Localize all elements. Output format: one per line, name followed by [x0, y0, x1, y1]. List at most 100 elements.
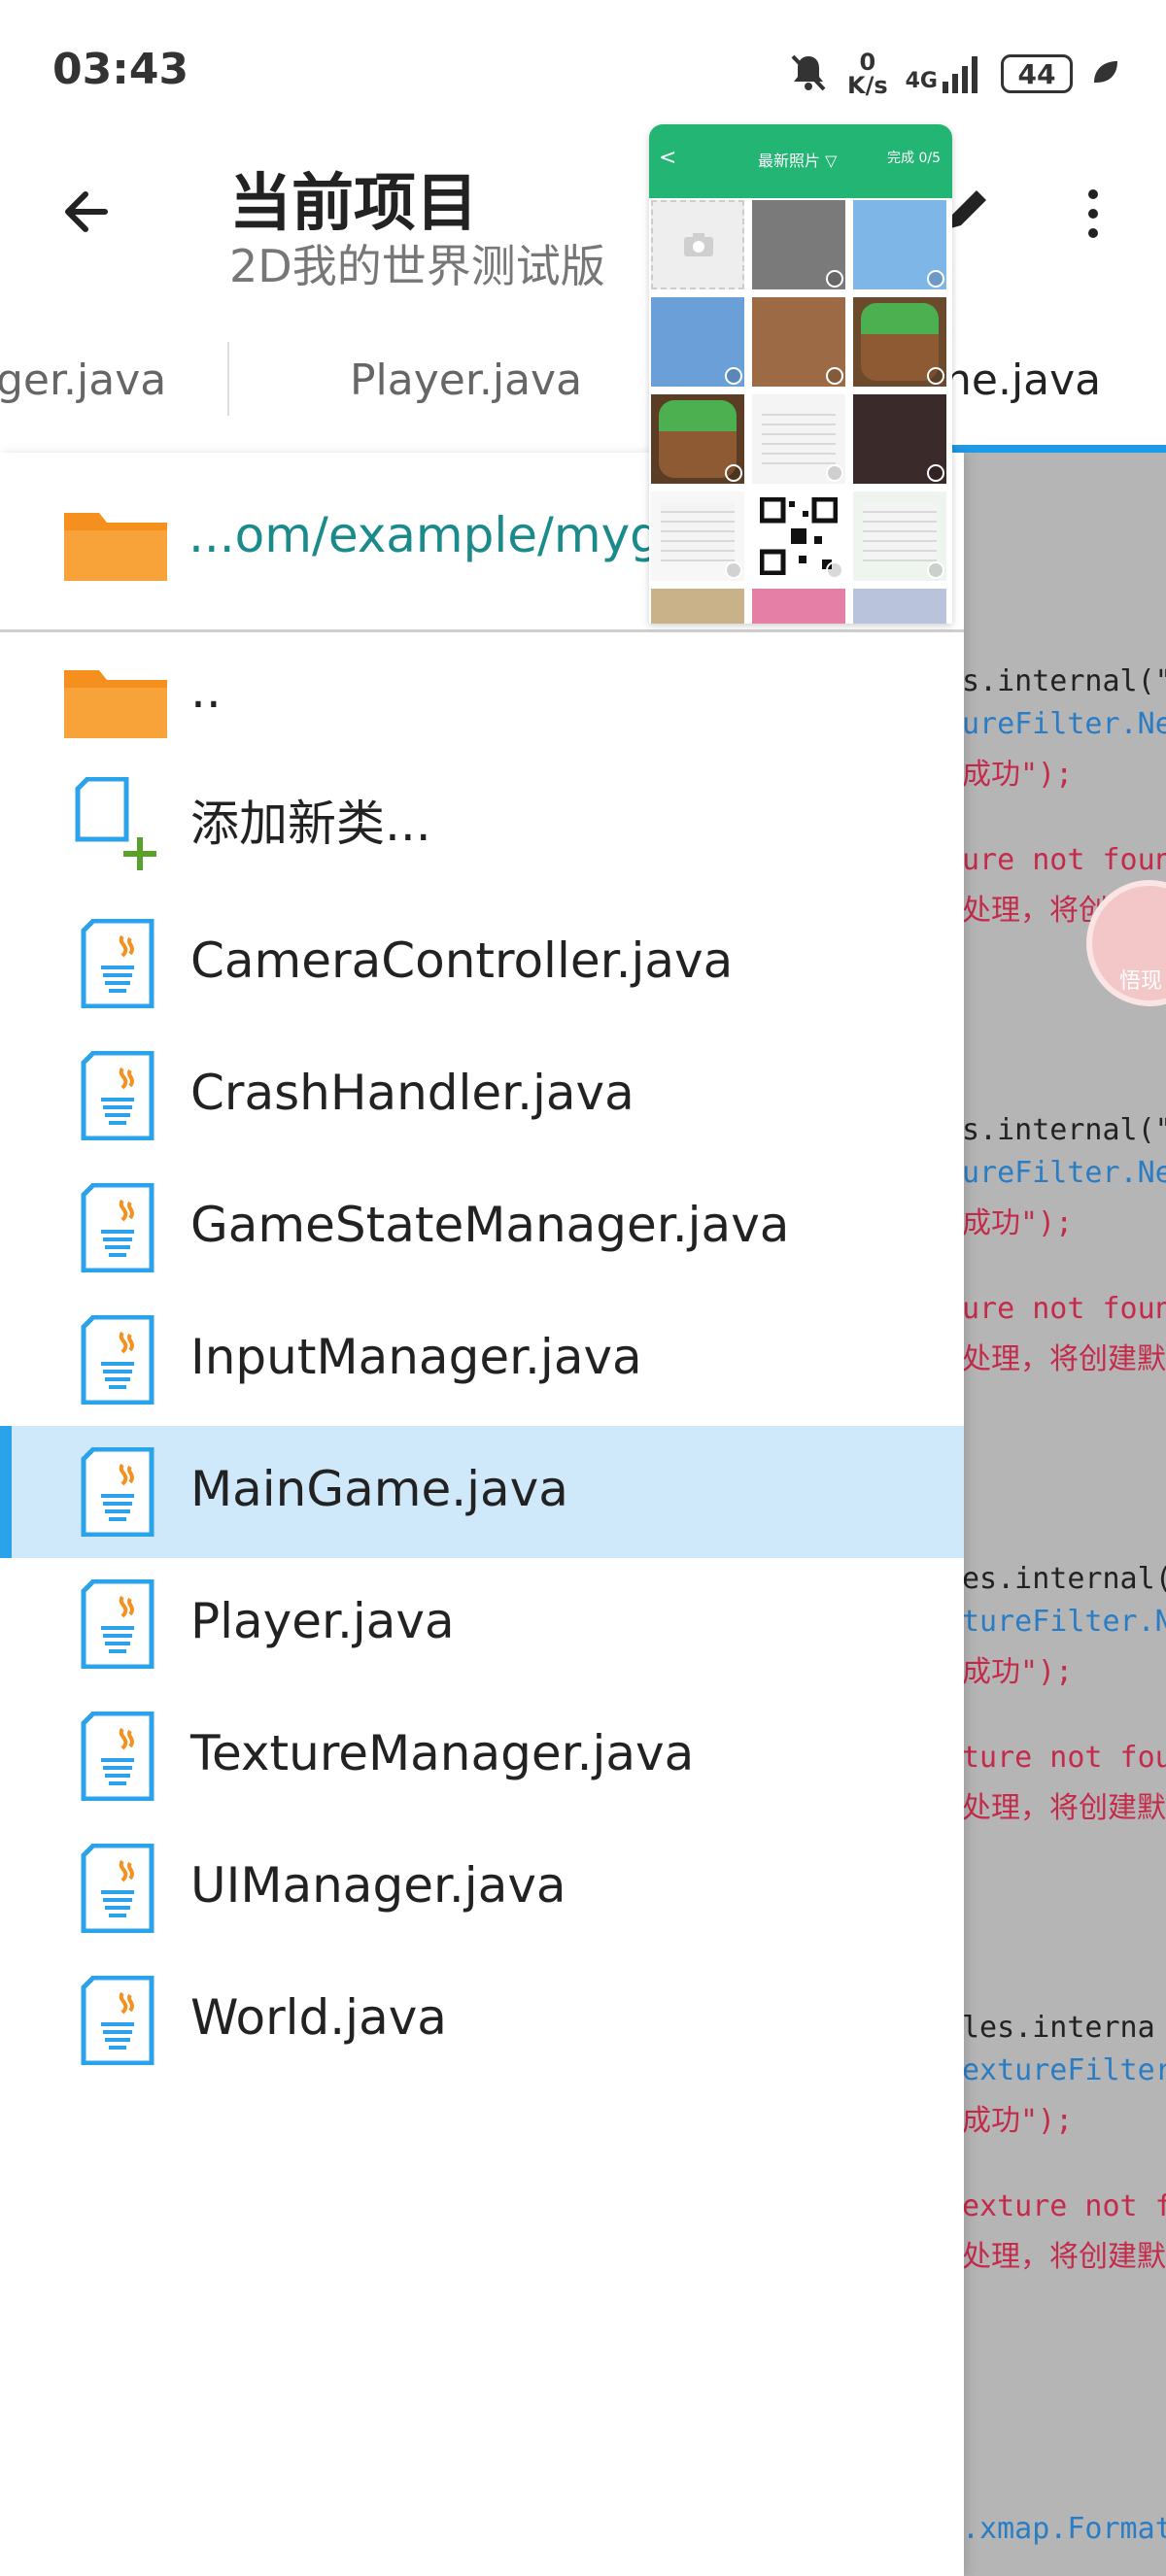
java-file-icon — [80, 1843, 155, 1937]
file-row[interactable]: CameraController.java — [0, 898, 964, 1030]
tab-file-2[interactable]: Player.java — [350, 356, 582, 405]
file-name: UIManager.java — [190, 1857, 566, 1914]
photo-picker-popup[interactable]: < 最新照片 ▽ 完成 0/5 — [649, 124, 952, 624]
code-line: .xmap.Format — [962, 2512, 1166, 2546]
select-circle-icon[interactable] — [826, 270, 843, 288]
code-line: s.internal(" — [962, 1113, 1166, 1147]
picker-title[interactable]: 最新照片 ▽ — [758, 148, 837, 171]
select-circle-icon[interactable] — [826, 561, 843, 579]
select-circle-icon[interactable] — [725, 561, 742, 579]
photo-thumbnail[interactable] — [651, 297, 744, 387]
code-editor-backdrop: .xmap.Format 处理，将创建默认 exture not f 成功"); ext… — [962, 453, 1166, 2576]
code-line: exture not f — [962, 2189, 1166, 2223]
file-row[interactable]: GameStateManager.java — [0, 1162, 964, 1294]
file-row[interactable]: World.java — [0, 1954, 964, 2086]
minecraft-app-icon — [861, 303, 939, 381]
app-bar: 当前项目 2D我的世界测试版 — [0, 146, 1166, 330]
code-line: 成功"); — [962, 2104, 1074, 2138]
select-circle-icon[interactable] — [927, 464, 944, 482]
file-name: TextureManager.java — [190, 1725, 695, 1781]
select-circle-icon[interactable] — [725, 464, 742, 482]
java-file-icon — [80, 1578, 155, 1673]
camera-icon — [682, 231, 715, 262]
photo-thumbnail[interactable] — [651, 491, 744, 581]
current-path: ...om/example/myg — [189, 507, 661, 563]
battery-indicator: 44 — [1001, 54, 1073, 93]
status-bar: 03:43 0 K/s 4G 44 — [0, 0, 1166, 146]
picker-back-button[interactable]: < — [659, 146, 676, 170]
photo-thumbnail[interactable] — [853, 297, 946, 387]
file-row[interactable]: Player.java — [0, 1558, 964, 1690]
file-tab-bar: ger.java Player.java ne.java — [0, 330, 1166, 453]
camera-capture-tile[interactable] — [651, 200, 744, 289]
picker-done-button[interactable]: 完成 0/5 — [887, 148, 941, 167]
photo-picker-header: < 最新照片 ▽ 完成 0/5 — [649, 124, 952, 198]
code-line: extureFilter — [962, 2053, 1166, 2087]
tab-divider — [227, 342, 229, 416]
select-circle-icon[interactable] — [826, 367, 843, 385]
code-line: ture not fou — [962, 1741, 1166, 1775]
file-row[interactable]: UIManager.java — [0, 1822, 964, 1954]
file-name: CrashHandler.java — [190, 1065, 634, 1121]
status-time: 03:43 — [52, 45, 189, 94]
java-file-icon — [80, 1314, 155, 1408]
photo-thumbnail[interactable] — [651, 589, 744, 624]
mute-bell-icon — [787, 51, 830, 97]
file-name: GameStateManager.java — [190, 1197, 790, 1253]
photo-thumbnail[interactable] — [752, 491, 845, 581]
file-name: MainGame.java — [190, 1461, 568, 1517]
code-line: 处理，将创建默认 — [962, 2240, 1166, 2274]
file-name: InputManager.java — [190, 1329, 642, 1385]
java-file-icon — [80, 1182, 155, 1276]
tab-file-3-active[interactable]: ne.java — [944, 356, 1101, 405]
parent-directory-label: .. — [190, 662, 222, 719]
photo-thumbnail[interactable] — [752, 200, 845, 289]
code-line: 处理，将创建默认 — [962, 1342, 1166, 1376]
file-row[interactable]: InputManager.java — [0, 1294, 964, 1426]
select-circle-icon[interactable] — [725, 367, 742, 385]
photo-thumbnail[interactable] — [752, 297, 845, 387]
folder-icon — [62, 505, 169, 587]
parent-folder-icon — [62, 662, 169, 744]
photo-thumbnail[interactable] — [853, 200, 946, 289]
screenshot-preview — [762, 406, 836, 464]
parent-directory-row[interactable]: .. — [0, 633, 964, 765]
code-line: ureFilter.Ne — [962, 1156, 1166, 1190]
file-row[interactable]: TextureManager.java — [0, 1690, 964, 1822]
active-tab-indicator — [943, 445, 1166, 453]
java-file-icon — [80, 1446, 155, 1541]
file-name: CameraController.java — [190, 932, 734, 989]
photo-thumbnail[interactable] — [853, 491, 946, 581]
tab-file-1[interactable]: ger.java — [0, 356, 166, 405]
java-file-icon — [80, 1050, 155, 1144]
file-row[interactable]: CrashHandler.java — [0, 1030, 964, 1162]
status-icons: 0 K/s 4G 44 — [787, 45, 1119, 103]
select-circle-icon[interactable] — [826, 464, 843, 482]
code-line: 成功"); — [962, 758, 1074, 792]
add-class-row[interactable]: 添加新类... — [0, 765, 964, 898]
photo-thumbnail[interactable] — [651, 394, 744, 484]
photo-grid — [651, 200, 950, 624]
select-circle-icon[interactable] — [927, 367, 944, 385]
code-line: tureFilter.N — [962, 1605, 1166, 1639]
code-line: les.interna — [962, 2011, 1155, 2045]
file-row[interactable]: MainGame.java — [0, 1426, 964, 1558]
photo-thumbnail[interactable] — [853, 394, 946, 484]
signal-icon: 4G — [906, 54, 983, 93]
photo-thumbnail[interactable] — [752, 394, 845, 484]
leaf-icon — [1090, 57, 1119, 90]
photo-thumbnail[interactable] — [752, 589, 845, 624]
select-circle-icon[interactable] — [927, 561, 944, 579]
select-circle-icon[interactable] — [927, 270, 944, 288]
code-line: 成功"); — [962, 1655, 1074, 1689]
code-line: ureFilter.Ne — [962, 707, 1166, 741]
back-arrow-icon[interactable] — [56, 183, 115, 245]
file-name: World.java — [190, 1989, 447, 2046]
more-menu-icon[interactable] — [1079, 185, 1108, 247]
minecraft-app-icon — [659, 400, 737, 478]
code-line: 成功"); — [962, 1206, 1074, 1240]
page-title: 当前项目 — [229, 168, 478, 240]
java-file-icon — [80, 918, 155, 1012]
java-file-icon — [80, 1975, 155, 2069]
photo-thumbnail[interactable] — [853, 589, 946, 624]
